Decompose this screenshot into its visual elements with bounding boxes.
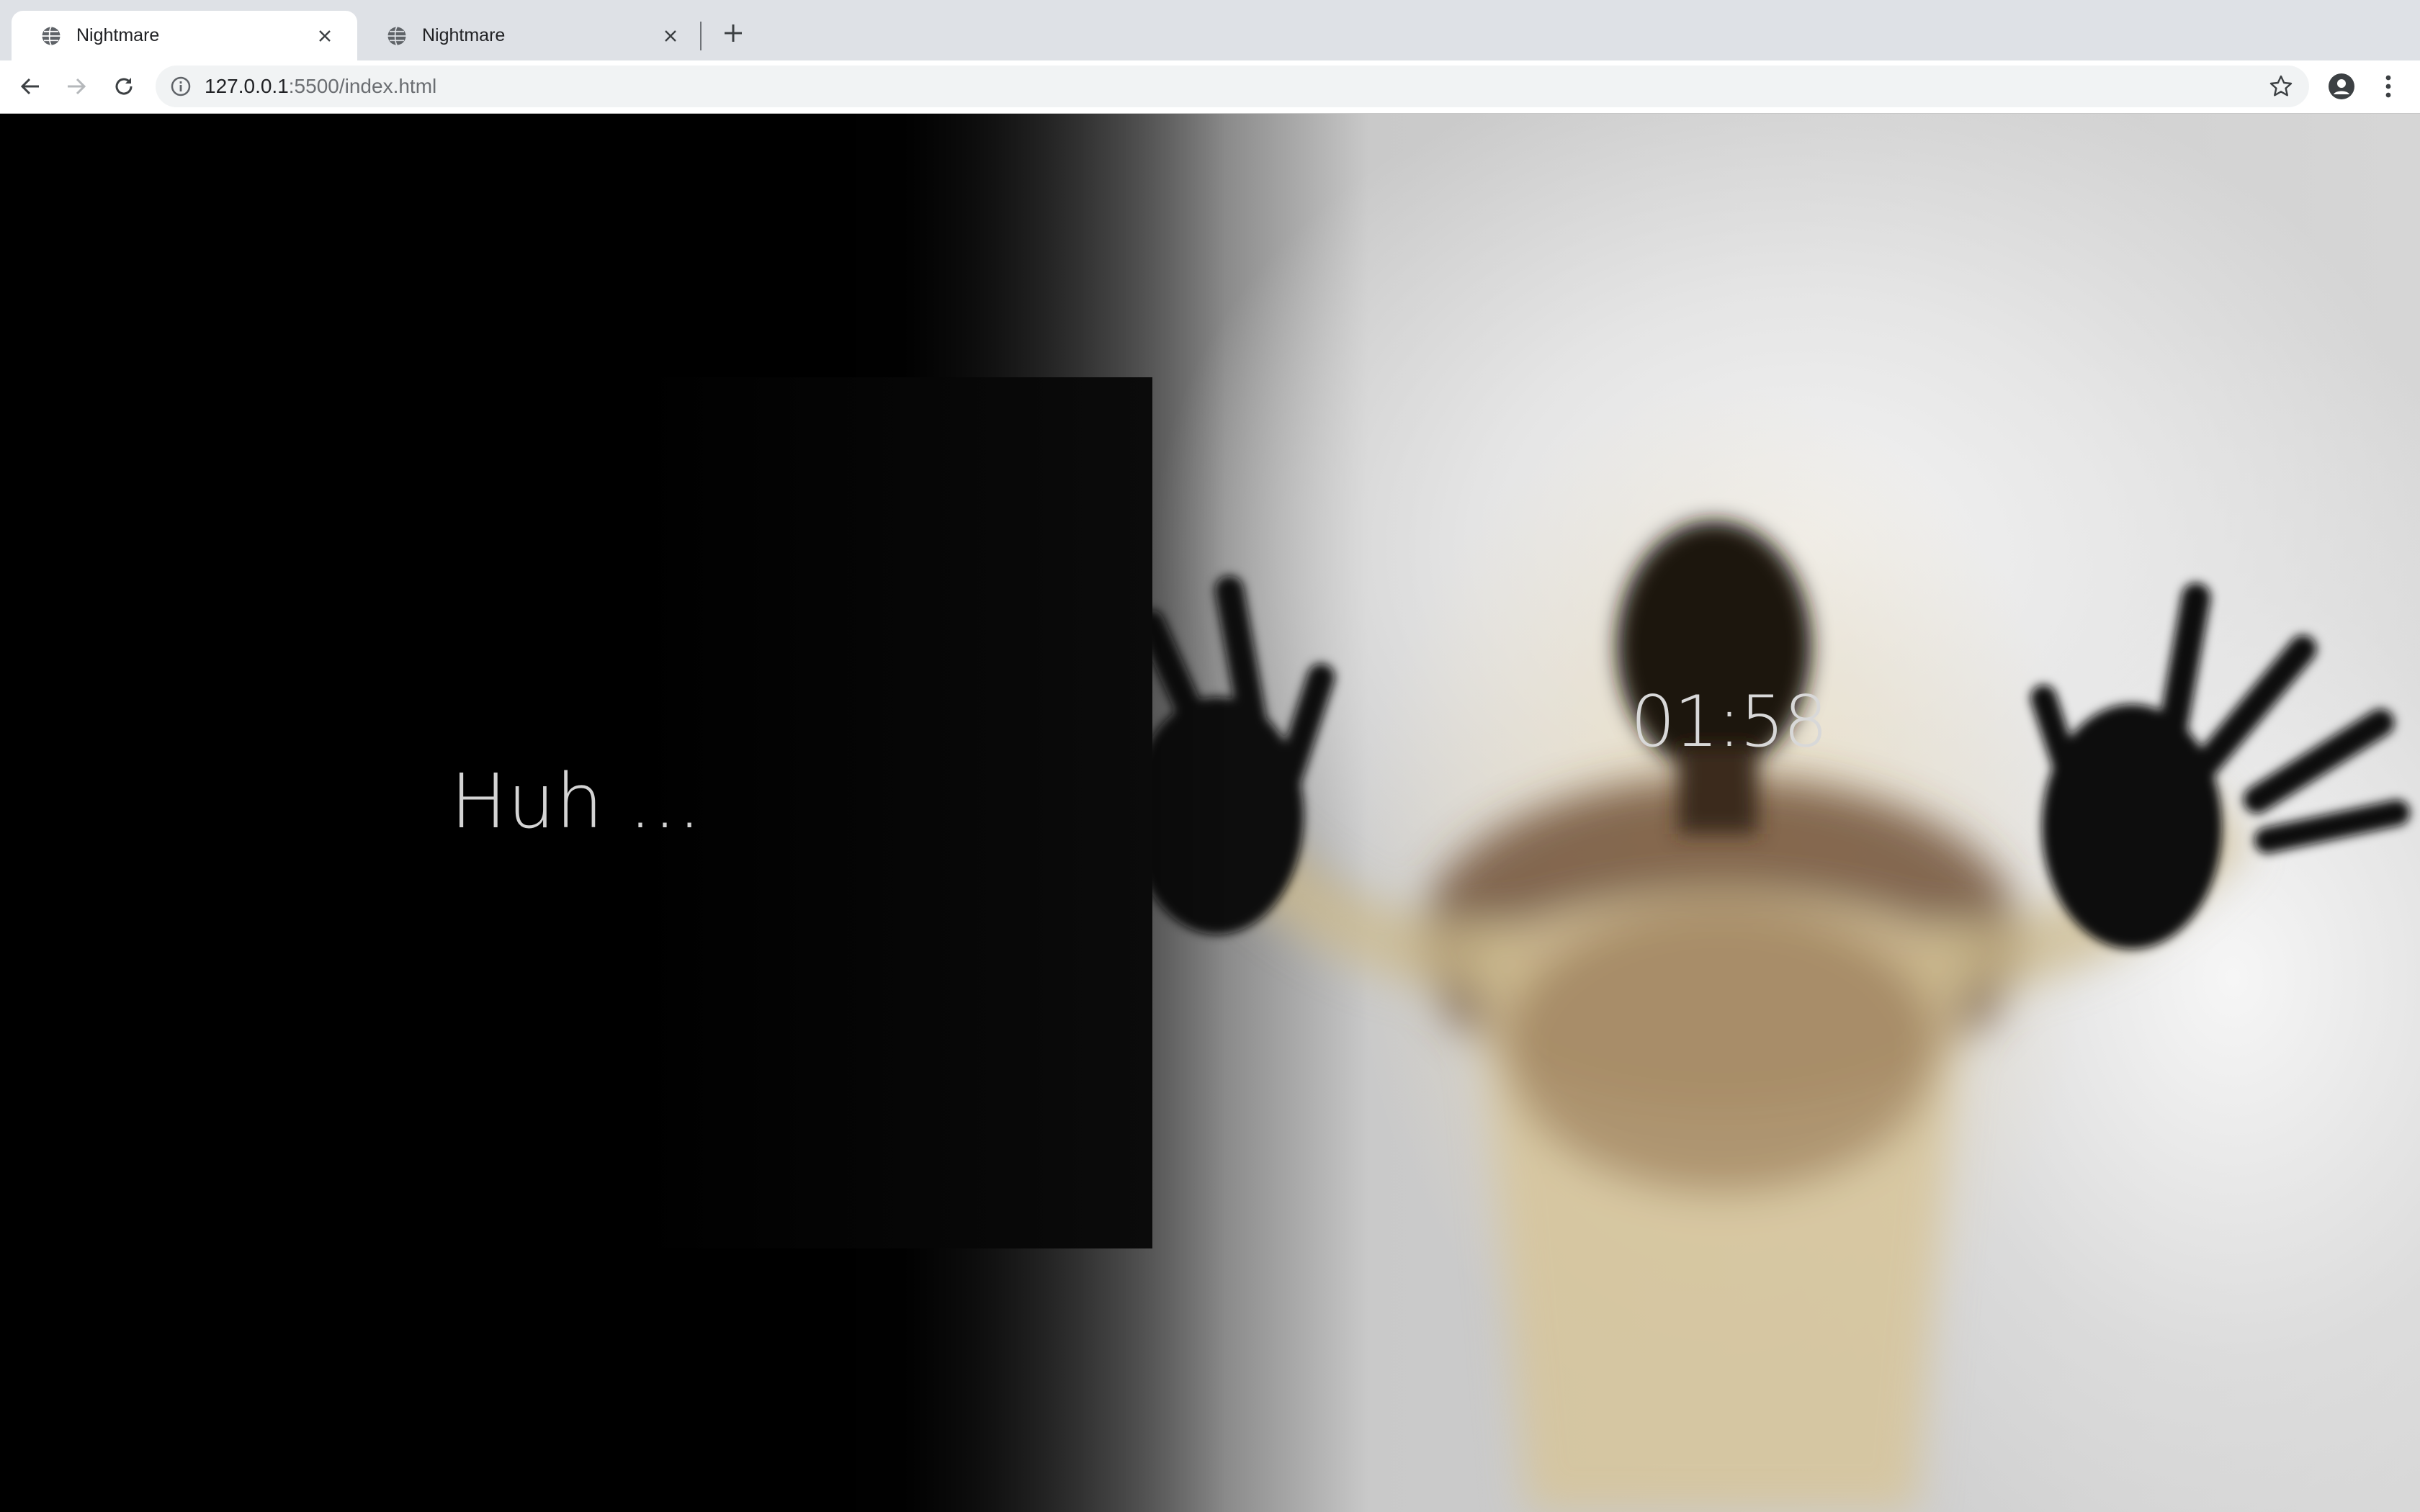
account-circle-icon [2329, 73, 2354, 99]
bookmark-star-icon[interactable] [2269, 74, 2293, 99]
globe-icon [387, 26, 406, 45]
plus-icon [725, 24, 742, 42]
close-tab-icon[interactable] [660, 25, 681, 47]
tab-nightmare-active[interactable]: Nightmare [12, 11, 357, 60]
tab-nightmare[interactable]: Nightmare [357, 11, 703, 60]
back-button[interactable] [16, 72, 45, 101]
url-text[interactable]: 127.0.0.1:5500/index.html [205, 66, 436, 107]
more-vert-icon [2385, 75, 2391, 98]
browser-window: Nightmare Nightmare 127.0.0.1:5500/index… [0, 0, 2420, 1512]
info-icon[interactable] [170, 76, 192, 97]
panel-message: Huh ... [450, 757, 702, 845]
forward-button[interactable] [62, 72, 91, 101]
page-viewport: Huh ... 01:58 [0, 114, 2420, 1512]
browser-toolbar: 127.0.0.1:5500/index.html [0, 60, 2420, 114]
close-tab-icon[interactable] [314, 25, 336, 47]
tab-title: Nightmare [76, 25, 160, 45]
arrow-right-icon [68, 78, 86, 95]
url-path: :5500/index.html [288, 75, 437, 97]
tab-title: Nightmare [422, 25, 506, 45]
arrow-left-icon [20, 78, 39, 95]
tab-separator [700, 22, 702, 50]
globe-icon [42, 26, 60, 45]
profile-button[interactable] [2326, 71, 2357, 102]
tab-strip: Nightmare Nightmare [0, 0, 2420, 60]
url-host: 127.0.0.1 [205, 75, 289, 97]
reload-button[interactable] [109, 72, 138, 101]
countdown-timer: 01:58 [1630, 681, 1828, 763]
address-bar[interactable]: 127.0.0.1:5500/index.html [156, 66, 2309, 107]
reload-icon [115, 78, 133, 95]
new-tab-button[interactable] [719, 19, 748, 48]
message-panel: Huh ... [0, 377, 1152, 1248]
menu-button[interactable] [2373, 71, 2403, 102]
